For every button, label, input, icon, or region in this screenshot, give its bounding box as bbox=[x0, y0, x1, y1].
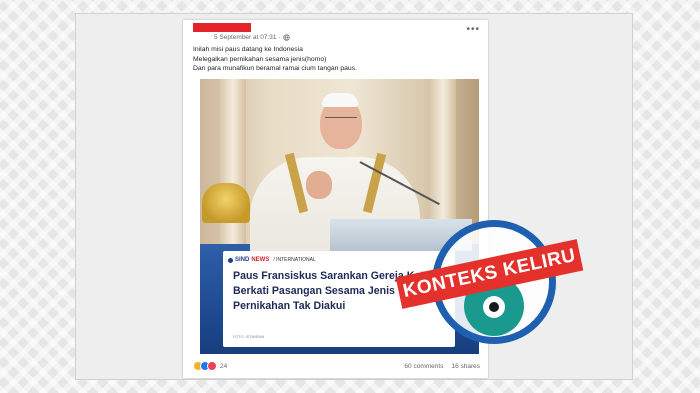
photo-credit: FOTO: ISTIMEWA bbox=[233, 335, 265, 339]
globe-icon bbox=[283, 34, 290, 41]
comments-count[interactable]: 60 comments bbox=[404, 363, 443, 370]
redacted-author-name bbox=[193, 23, 251, 32]
caption-line: Melegalkan pernikahan sesama jenis(homo) bbox=[193, 55, 327, 63]
background-pillar bbox=[220, 79, 246, 249]
zucchetto-top bbox=[322, 93, 358, 107]
more-options-icon[interactable]: ••• bbox=[466, 25, 480, 35]
golden-chair bbox=[202, 183, 250, 223]
glasses bbox=[325, 117, 357, 126]
reaction-count[interactable]: 24 bbox=[220, 363, 227, 370]
shares-count[interactable]: 16 shares bbox=[451, 363, 480, 370]
post-date[interactable]: 5 September at 07:31 bbox=[214, 34, 277, 41]
post-footer: 24 60 comments 16 shares bbox=[193, 361, 480, 371]
caption-line: Dan para munafikun beramal ramai cium ta… bbox=[193, 65, 357, 72]
sindonews-logo: SIND NEWS / INTERNATIONAL bbox=[228, 257, 316, 263]
post-caption: Inilah misi paus datang ke Indonesia Mel… bbox=[193, 45, 357, 74]
love-reaction-icon[interactable] bbox=[207, 361, 217, 371]
logo-dot-icon bbox=[228, 257, 233, 263]
post-meta: 5 September at 07:31 · bbox=[214, 34, 290, 41]
caption-line: Inilah misi paus datang ke Indonesia bbox=[193, 46, 303, 53]
raised-hand bbox=[306, 171, 332, 199]
engagement-stats: 60 comments 16 shares bbox=[404, 363, 480, 370]
konteks-keliru-stamp: KONTEKS KELIRU bbox=[395, 220, 584, 344]
eye-pupil bbox=[489, 302, 499, 312]
news-section: / INTERNATIONAL bbox=[273, 257, 316, 263]
